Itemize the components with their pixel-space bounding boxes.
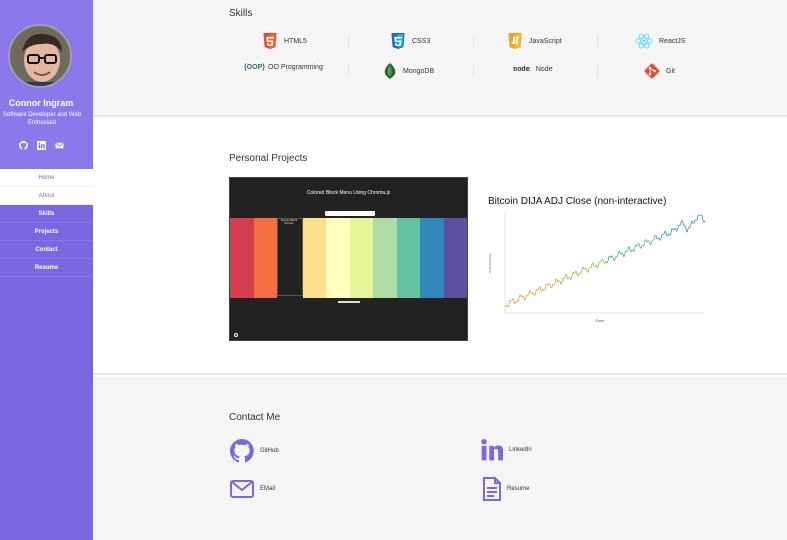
- contact-github[interactable]: GitHub: [230, 439, 279, 463]
- github-icon[interactable]: [18, 140, 28, 150]
- oop-icon: {OOP}: [244, 64, 266, 71]
- color-blocks: [230, 218, 467, 298]
- project-slider[interactable]: [338, 301, 360, 303]
- github-icon: [230, 439, 254, 463]
- x-axis-label: Date: [596, 318, 605, 323]
- chart-line-segment: [694, 219, 697, 221]
- nav-about[interactable]: About: [0, 187, 93, 205]
- divider: [473, 64, 474, 78]
- profile-card: Connor Ingram Software Developer and Web…: [0, 0, 93, 169]
- skill-oop: {OOP} OO Programming: [244, 64, 323, 71]
- skill-label: CSS3: [412, 38, 431, 45]
- contact-section: Contact Me GitHub LinkedIn EMail Resume: [93, 377, 787, 540]
- email-icon[interactable]: [54, 140, 64, 150]
- contact-label: LinkedIn: [509, 447, 532, 453]
- nav-resume[interactable]: Resume: [0, 259, 93, 277]
- resume-icon: [483, 477, 501, 501]
- github-icon[interactable]: [234, 333, 238, 337]
- profile-name: Connor Ingram: [8, 98, 74, 108]
- divider: [597, 64, 598, 78]
- mongodb-icon: [383, 63, 397, 79]
- divider: [348, 64, 349, 78]
- social-links: [18, 140, 64, 150]
- chart-title: Bitcoin DIJA ADJ Close (non-interactive): [488, 196, 667, 207]
- color-block[interactable]: [420, 218, 444, 298]
- skill-html5: HTML5: [262, 33, 307, 50]
- color-block[interactable]: [230, 218, 254, 298]
- divider: [348, 35, 349, 49]
- nav-contact[interactable]: Contact: [0, 241, 93, 259]
- avatar: [8, 24, 72, 88]
- color-block[interactable]: [373, 218, 397, 298]
- linkedin-icon[interactable]: [36, 140, 46, 150]
- color-block[interactable]: [326, 218, 350, 298]
- git-icon: [644, 63, 660, 79]
- skills-heading: Skills: [229, 8, 253, 19]
- skill-git: Git: [644, 63, 675, 79]
- project-subbar: [325, 211, 375, 216]
- nav-home[interactable]: Home: [0, 169, 93, 187]
- project-thumbnail-color-blocks[interactable]: Colored Block Menu Using Chroma.js Selec…: [229, 177, 468, 341]
- skill-mongodb: MongoDB: [383, 63, 434, 79]
- color-block[interactable]: [302, 218, 326, 298]
- skill-javascript: JavaScript: [507, 33, 562, 50]
- divider: [473, 35, 474, 49]
- email-icon: [230, 479, 254, 499]
- color-block[interactable]: [396, 218, 420, 298]
- projects-section: Personal Projects Colored Block Menu Usi…: [93, 119, 787, 375]
- contact-heading: Contact Me: [229, 412, 281, 423]
- node-icon: node: [513, 65, 530, 73]
- chart-svg: Date DIJA Adj Close: [487, 209, 709, 325]
- contact-linkedin[interactable]: LinkedIn: [481, 439, 532, 461]
- skill-label: OO Programming: [268, 64, 323, 71]
- projects-heading: Personal Projects: [229, 153, 308, 164]
- skill-label: ReactJS: [659, 37, 686, 45]
- contact-email[interactable]: EMail: [230, 479, 275, 499]
- skill-node: node Node: [513, 65, 553, 73]
- color-block[interactable]: [277, 218, 303, 296]
- selected-block-label: Selected Block Number: [280, 219, 298, 225]
- nav-skills[interactable]: Skills: [0, 205, 93, 223]
- divider: [597, 35, 598, 49]
- chart-line-segment: [656, 237, 659, 240]
- project-title: Colored Block Menu Using Chroma.js: [306, 190, 391, 196]
- contact-label: Resume: [507, 486, 530, 492]
- skill-css3: CSS3: [390, 33, 430, 50]
- skill-label: Node: [535, 65, 553, 73]
- contact-label: EMail: [260, 486, 276, 492]
- contact-label: GitHub: [260, 448, 279, 454]
- profile-tagline: Software Developer and Web Enthusiast: [2, 112, 82, 126]
- nav-projects[interactable]: Projects: [0, 223, 93, 241]
- color-block[interactable]: [349, 218, 373, 298]
- color-block[interactable]: [443, 218, 467, 298]
- chart-line-segment: [603, 262, 606, 264]
- skill-label: MongoDB: [403, 67, 435, 75]
- color-block[interactable]: [253, 218, 277, 298]
- skill-label: JavaScript: [529, 38, 562, 45]
- react-icon: [635, 33, 653, 49]
- skill-label: Git: [666, 67, 675, 75]
- bitcoin-chart: Date DIJA Adj Close: [487, 209, 709, 325]
- skills-section: Skills HTML5 CSS3 JavaScript ReactJS {OO…: [93, 0, 787, 117]
- contact-resume[interactable]: Resume: [483, 477, 529, 501]
- sidebar: Connor Ingram Software Developer and Web…: [0, 0, 93, 540]
- skill-react: ReactJS: [635, 33, 685, 49]
- javascript-icon: [507, 33, 523, 50]
- skill-label: HTML5: [284, 38, 307, 45]
- y-axis-label: DIJA Adj Close: [488, 253, 492, 273]
- css3-icon: [390, 33, 406, 50]
- linkedin-icon: [481, 439, 503, 461]
- chart-line-segment: [596, 266, 599, 269]
- html5-icon: [262, 33, 278, 50]
